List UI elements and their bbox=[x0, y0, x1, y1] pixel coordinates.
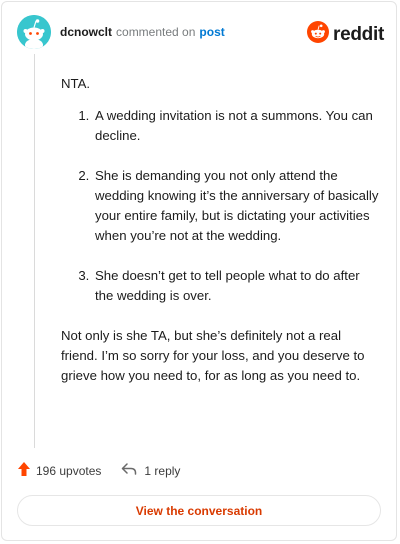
comment-byline: dcnowclt commented on post bbox=[60, 25, 225, 39]
list-item: She is demanding you not only attend the… bbox=[93, 166, 381, 246]
reply-count: 1 reply bbox=[144, 463, 181, 478]
reddit-logo-icon bbox=[307, 21, 330, 48]
comment-body: NTA. A wedding invitation is not a summo… bbox=[61, 74, 381, 386]
comment-header: dcnowclt commented on post bbox=[17, 14, 225, 50]
username-link[interactable]: dcnowclt bbox=[60, 25, 112, 39]
reddit-brand[interactable]: reddit bbox=[307, 21, 384, 48]
upvote-button[interactable]: 196 upvotes bbox=[17, 461, 101, 480]
post-link[interactable]: post bbox=[199, 25, 224, 39]
action-text: commented on bbox=[116, 25, 196, 39]
comment-list: A wedding invitation is not a summons. Y… bbox=[61, 106, 381, 306]
comment-closing: Not only is she TA, but she’s definitely… bbox=[61, 328, 365, 383]
thread-line bbox=[34, 54, 35, 448]
list-item: A wedding invitation is not a summons. Y… bbox=[93, 106, 381, 146]
list-item: She doesn’t get to tell people what to d… bbox=[93, 266, 381, 306]
view-conversation-label: View the conversation bbox=[135, 503, 263, 518]
reddit-wordmark: reddit bbox=[333, 23, 384, 45]
upvote-arrow-icon bbox=[17, 461, 31, 480]
reply-button[interactable]: 1 reply bbox=[121, 462, 180, 479]
comment-intro: NTA. bbox=[61, 76, 91, 91]
view-conversation-button[interactable]: View the conversation bbox=[17, 495, 381, 526]
comment-actions: 196 upvotes 1 reply bbox=[17, 461, 180, 480]
reply-arrow-icon bbox=[121, 462, 137, 479]
upvote-count: 196 upvotes bbox=[36, 463, 102, 478]
snoo-avatar-icon[interactable] bbox=[17, 15, 51, 49]
